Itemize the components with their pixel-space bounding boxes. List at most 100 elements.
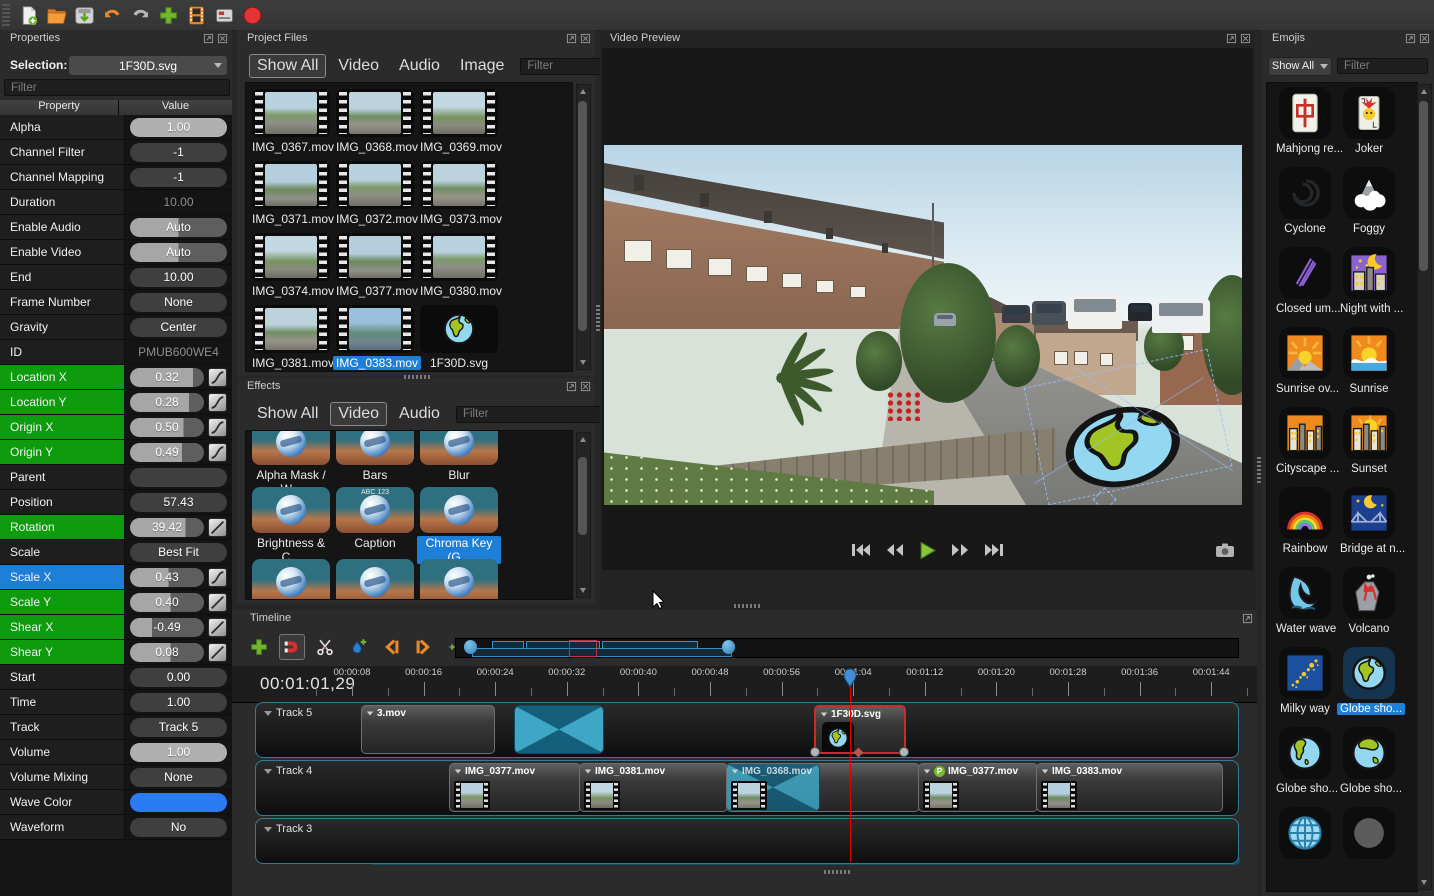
timeline-clip[interactable]: IMG_0377.mov	[449, 763, 581, 812]
video-file-thumbnail[interactable]	[336, 89, 414, 137]
vertical-splitter[interactable]	[1257, 457, 1261, 483]
emoji-thumbnail[interactable]	[1343, 807, 1395, 859]
effect-thumbnail[interactable]: ABC 123	[336, 487, 414, 533]
play-button[interactable]	[918, 540, 937, 560]
emoji-thumbnail[interactable]	[1343, 567, 1395, 619]
timeline-clip[interactable]: IMG_0383.mov	[1036, 763, 1223, 812]
chevron-down-icon[interactable]	[367, 712, 373, 716]
effect-thumbnail[interactable]	[336, 559, 414, 600]
effect-item[interactable]	[417, 559, 501, 600]
emoji-thumbnail[interactable]	[1279, 247, 1331, 299]
new-project-button[interactable]	[16, 3, 40, 27]
project-file-item[interactable]: IMG_0373.mov	[417, 161, 501, 228]
emoji-thumbnail[interactable]	[1343, 407, 1395, 459]
effect-item[interactable]: Brightness & C...	[249, 487, 333, 566]
emoji-thumbnail[interactable]	[1343, 647, 1395, 699]
effect-thumbnail[interactable]	[252, 487, 330, 533]
effect-item[interactable]: Bars	[333, 430, 417, 484]
chevron-down-icon[interactable]	[455, 770, 461, 774]
property-value-pill[interactable]	[130, 468, 227, 487]
scroll-up-icon[interactable]	[1421, 89, 1427, 94]
project-file-item[interactable]: IMG_0380.mov	[417, 233, 501, 300]
property-value-pill[interactable]	[130, 793, 227, 812]
project-file-item[interactable]: IMG_0372.mov	[333, 161, 417, 228]
emoji-thumbnail[interactable]	[1279, 647, 1331, 699]
emoji-thumbnail[interactable]	[1343, 87, 1395, 139]
property-value-pill[interactable]: 0.28	[130, 393, 204, 412]
timeline-clip[interactable]: IMG_0381.mov	[579, 763, 728, 812]
keyframe-linear-icon[interactable]	[208, 643, 227, 662]
video-file-thumbnail[interactable]	[420, 233, 498, 281]
scroll-down-icon[interactable]	[580, 360, 586, 365]
scroll-down-icon[interactable]	[1421, 880, 1427, 885]
emoji-item[interactable]: Cityscape ...	[1273, 407, 1337, 477]
timeline-clip[interactable]: 3.mov	[361, 705, 495, 754]
emoji-item[interactable]: Foggy	[1337, 167, 1401, 237]
svg-file-thumbnail[interactable]	[420, 305, 498, 353]
zoom-handle-right[interactable]	[722, 640, 735, 654]
property-value-pill[interactable]: 1.00	[130, 118, 227, 137]
timeline-clip[interactable]: 1F30D.svg	[814, 705, 906, 754]
emoji-item[interactable]: Sunrise	[1337, 327, 1401, 397]
chevron-down-icon[interactable]	[264, 711, 272, 716]
emoji-item[interactable]: Globe sho...	[1273, 727, 1337, 797]
effect-item[interactable]: Blur	[417, 430, 501, 484]
property-value-pill[interactable]: 0.43	[130, 568, 204, 587]
emoji-item[interactable]: Globe sho...	[1337, 647, 1401, 717]
video-file-thumbnail[interactable]	[252, 161, 330, 209]
close-panel-button[interactable]	[1240, 33, 1251, 44]
video-file-thumbnail[interactable]	[336, 233, 414, 281]
project-file-item[interactable]: IMG_0383.mov	[333, 305, 417, 372]
property-value-pill[interactable]: None	[130, 293, 227, 312]
property-value-pill[interactable]: -1	[130, 143, 227, 162]
chevron-down-icon[interactable]	[264, 827, 272, 832]
property-value-pill[interactable]: Auto	[130, 243, 227, 262]
effects-tab-video[interactable]: Video	[330, 402, 387, 426]
emoji-item[interactable]: Rainbow	[1273, 487, 1337, 557]
property-value-pill[interactable]: Track 5	[130, 718, 227, 737]
vertical-splitter[interactable]	[596, 305, 600, 331]
emoji-item[interactable]: Closed um...	[1273, 247, 1337, 317]
effect-item[interactable]	[249, 559, 333, 600]
effect-thumbnail[interactable]	[420, 430, 498, 465]
emoji-item[interactable]: Cyclone	[1273, 167, 1337, 237]
scroll-up-icon[interactable]	[580, 89, 586, 94]
zoom-handle-left[interactable]	[464, 640, 477, 654]
project-files-tab-video[interactable]: Video	[330, 54, 387, 78]
toolbar-grip[interactable]	[2, 4, 10, 26]
emoji-item[interactable]: Milky way	[1273, 647, 1337, 717]
emoji-thumbnail[interactable]	[1343, 167, 1395, 219]
rewind-button[interactable]	[884, 540, 906, 560]
undo-button[interactable]	[100, 3, 124, 27]
emoji-filter-dropdown[interactable]: Show All	[1268, 57, 1332, 76]
keyframe-bezier-icon[interactable]	[208, 368, 227, 387]
property-value-pill[interactable]: 0.08	[130, 643, 204, 662]
emoji-thumbnail[interactable]	[1343, 727, 1395, 779]
emoji-thumbnail[interactable]	[1279, 567, 1331, 619]
project-files-scrollbar[interactable]	[576, 84, 591, 370]
emoji-scrollbar[interactable]	[1417, 84, 1432, 890]
scrollbar-thumb[interactable]	[578, 101, 587, 331]
choose-profile-button[interactable]	[184, 3, 208, 27]
scrollbar-thumb[interactable]	[578, 457, 587, 535]
property-value-pill[interactable]: 0.49	[130, 443, 204, 462]
emoji-item[interactable]: Globe sho...	[1337, 727, 1401, 797]
keyframe-linear-icon[interactable]	[208, 518, 227, 537]
chevron-down-icon[interactable]	[1042, 770, 1048, 774]
emoji-thumbnail[interactable]	[1279, 327, 1331, 379]
project-file-item[interactable]: 1F30D.svg	[417, 305, 501, 372]
video-file-thumbnail[interactable]	[252, 305, 330, 353]
effects-filter-input[interactable]	[456, 406, 624, 423]
redo-button[interactable]	[128, 3, 152, 27]
project-file-item[interactable]: IMG_0371.mov	[249, 161, 333, 228]
keyframe-linear-icon[interactable]	[208, 618, 227, 637]
keyframe-bezier-icon[interactable]	[208, 568, 227, 587]
emoji-item[interactable]: Water wave	[1273, 567, 1337, 637]
emoji-item[interactable]	[1273, 807, 1337, 859]
emoji-item[interactable]: Sunrise ov...	[1273, 327, 1337, 397]
float-panel-button[interactable]	[566, 381, 577, 392]
close-panel-button[interactable]	[580, 381, 591, 392]
float-panel-button[interactable]	[1226, 33, 1237, 44]
project-files-tab-image[interactable]: Image	[452, 54, 512, 78]
float-panel-button[interactable]	[203, 33, 214, 44]
